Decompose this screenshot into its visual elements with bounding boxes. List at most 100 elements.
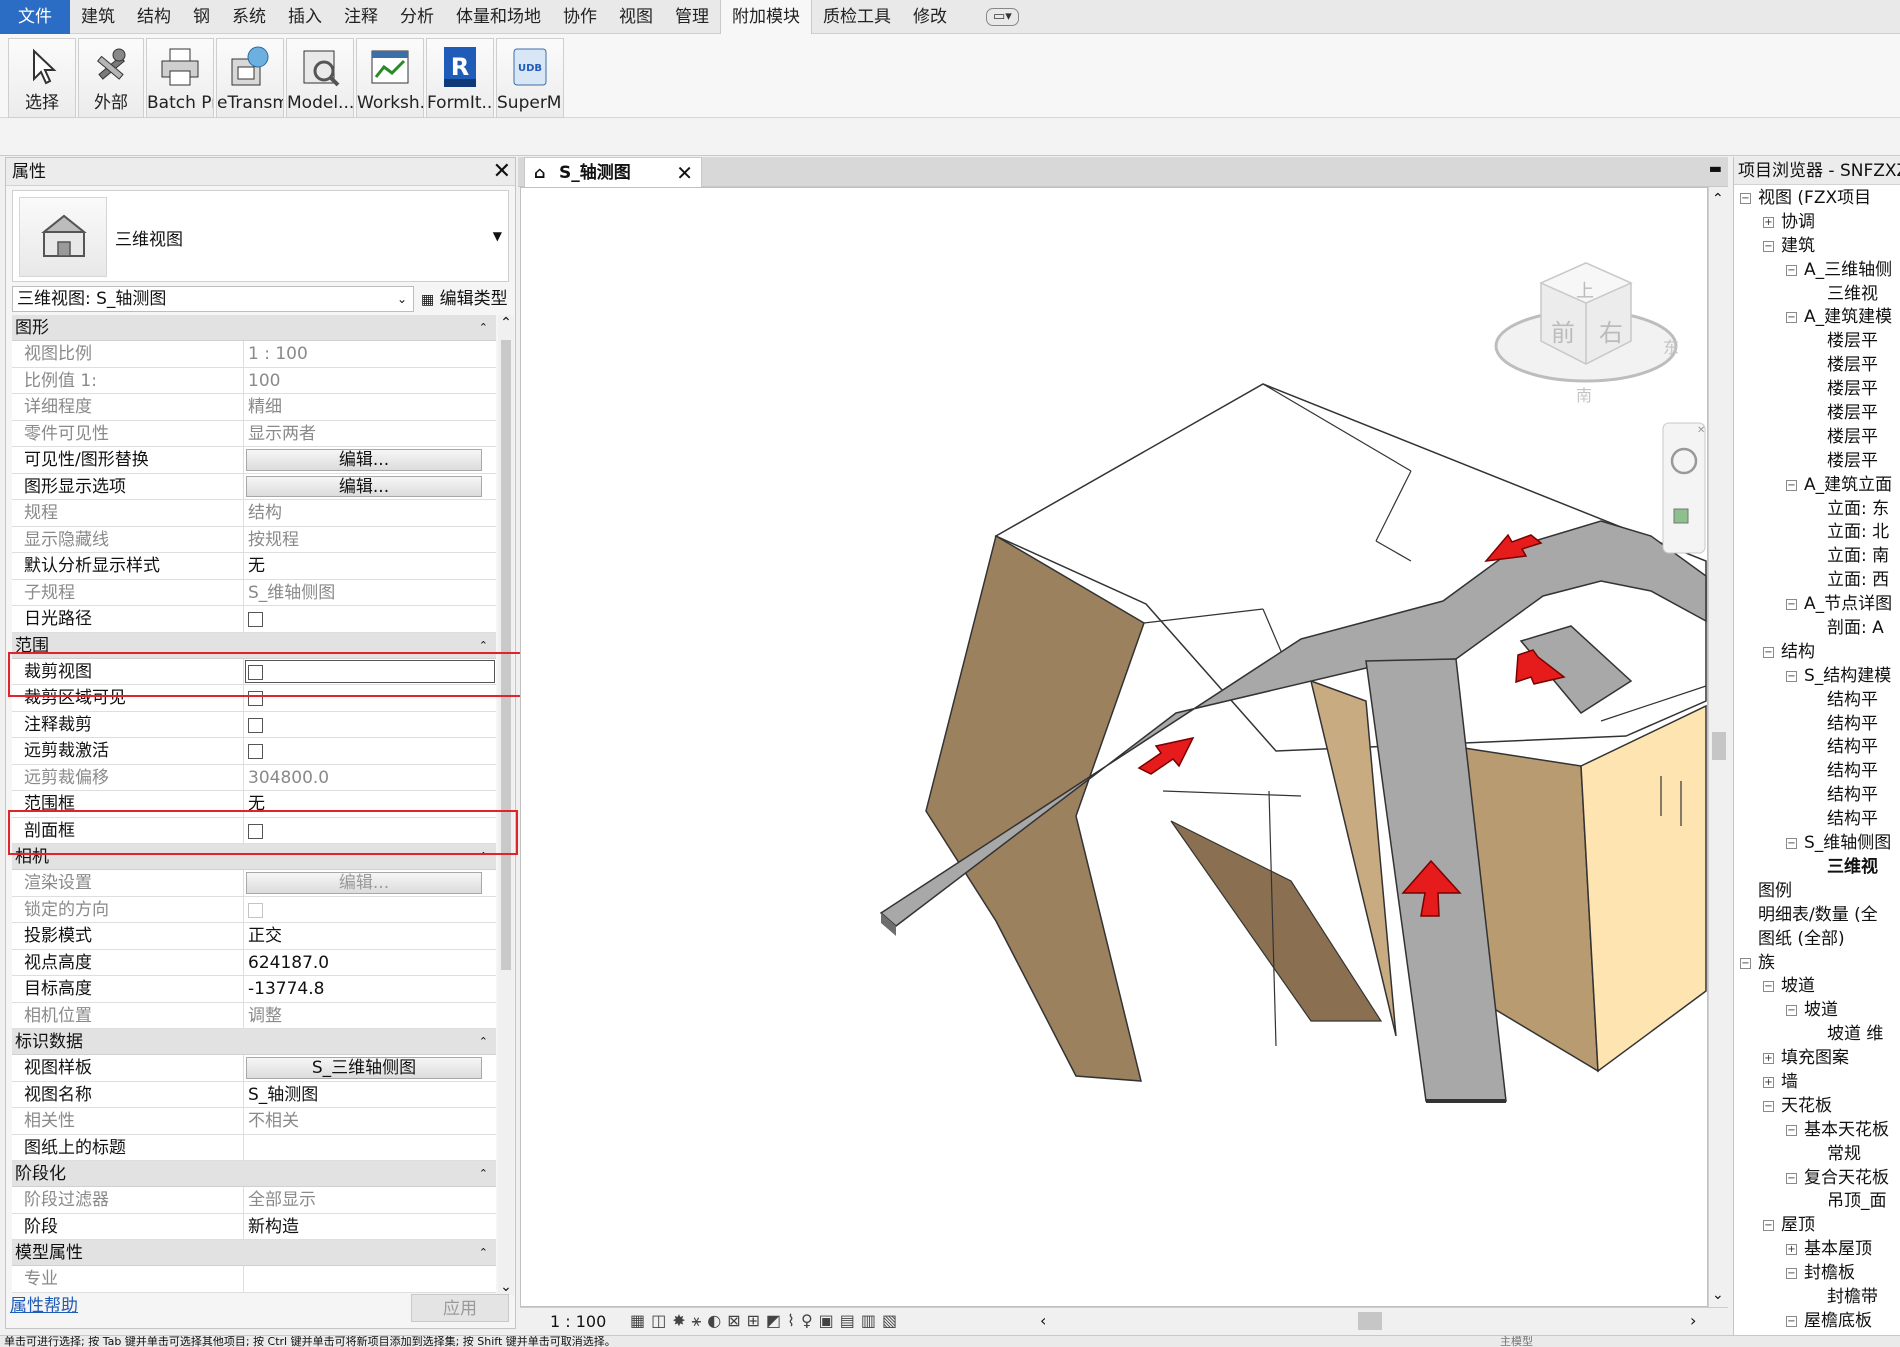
collapse-icon[interactable]: −	[1763, 981, 1774, 993]
ribbon-button-4[interactable]: Model...	[286, 38, 354, 118]
collapse-icon[interactable]: ⌃	[479, 315, 488, 341]
menu-item-2[interactable]: 结构	[126, 0, 182, 34]
menu-item-11[interactable]: 管理	[664, 0, 720, 34]
menu-item-10[interactable]: 视图	[608, 0, 664, 34]
browser-node[interactable]: 楼层平	[1734, 450, 1900, 474]
browser-node[interactable]: − 建筑	[1734, 235, 1900, 259]
view-controls-icons[interactable]: ▦◫✸⚹◐⊠⊞◩⌇♀▣▤▥▧	[630, 1311, 903, 1331]
browser-node[interactable]: 立面: 南	[1734, 545, 1900, 569]
property-value[interactable]: 新构造	[244, 1214, 496, 1240]
browser-node[interactable]: 楼层平	[1734, 330, 1900, 354]
viewcube-right[interactable]: 右	[1599, 319, 1623, 347]
browser-node[interactable]: 封檐带	[1734, 1286, 1900, 1310]
expand-icon[interactable]: +	[1763, 1053, 1774, 1065]
browser-node[interactable]: 立面: 北	[1734, 521, 1900, 545]
browser-node[interactable]: 立面: 西	[1734, 569, 1900, 593]
collapse-icon[interactable]: −	[1740, 957, 1751, 969]
properties-help-link[interactable]: 属性帮助	[10, 1291, 78, 1316]
ribbon-button-3[interactable]: eTransmit	[216, 38, 284, 118]
browser-node[interactable]: + 协调	[1734, 211, 1900, 235]
ribbon-button-7[interactable]: UDB SuperM...	[496, 38, 564, 118]
property-value[interactable]: 编辑...	[244, 447, 496, 473]
property-value[interactable]: 正交	[244, 923, 496, 949]
scale-label[interactable]: 1 : 100	[550, 1312, 606, 1331]
scroll-thumb[interactable]	[1712, 732, 1726, 760]
viewcube-top[interactable]: 上	[1576, 281, 1594, 302]
menu-icon[interactable]: ▬	[1709, 161, 1722, 177]
browser-node[interactable]: 图纸 (全部)	[1734, 928, 1900, 952]
scroll-left-icon[interactable]: ‹	[1040, 1311, 1046, 1330]
property-value[interactable]	[244, 685, 496, 711]
property-value[interactable]	[244, 659, 496, 685]
collapse-icon[interactable]: −	[1786, 838, 1797, 850]
browser-node[interactable]: − A_节点详图	[1734, 593, 1900, 617]
menu-item-4[interactable]: 系统	[221, 0, 277, 34]
browser-node[interactable]: − 结构	[1734, 641, 1900, 665]
edit-button[interactable]: 编辑...	[246, 475, 482, 497]
properties-scrollbar[interactable]: ⌃ ⌄	[498, 315, 514, 1295]
edit-button[interactable]: 编辑...	[246, 449, 482, 471]
instance-selector[interactable]: 三维视图: S_轴测图 ⌄	[12, 286, 414, 312]
menu-item-7[interactable]: 分析	[389, 0, 445, 34]
checkbox[interactable]	[248, 612, 263, 627]
browser-node[interactable]: 结构平	[1734, 760, 1900, 784]
browser-node[interactable]: − 视图 (FZX项目	[1734, 187, 1900, 211]
browser-node[interactable]: 坡道 维	[1734, 1023, 1900, 1047]
close-icon[interactable]: ✕	[676, 158, 693, 188]
scroll-up-icon[interactable]: ⌃	[1712, 191, 1724, 207]
property-value[interactable]	[244, 606, 496, 632]
ribbon-button-0[interactable]: 选择	[8, 38, 76, 118]
zoom-icon[interactable]	[1673, 508, 1689, 524]
view-scrollbar[interactable]: ⌃ ⌄	[1708, 187, 1728, 1307]
browser-node[interactable]: − S_结构建模	[1734, 665, 1900, 689]
collapse-icon[interactable]: −	[1786, 312, 1797, 324]
property-value[interactable]: S_轴测图	[244, 1082, 496, 1108]
expand-icon[interactable]: +	[1763, 1076, 1774, 1088]
property-value[interactable]	[244, 738, 496, 764]
collapse-icon[interactable]: −	[1786, 1172, 1797, 1184]
property-section[interactable]: 模型属性 ⌃	[12, 1240, 496, 1266]
ribbon-display-toggle-icon[interactable]: ▭▾	[986, 7, 1019, 26]
browser-node[interactable]: 结构平	[1734, 808, 1900, 832]
property-value[interactable]	[244, 712, 496, 738]
property-value[interactable]: 无	[244, 553, 496, 579]
checkbox[interactable]	[248, 691, 263, 706]
collapse-icon[interactable]: −	[1786, 1315, 1797, 1327]
browser-node[interactable]: 结构平	[1734, 689, 1900, 713]
property-value[interactable]	[244, 1135, 496, 1161]
collapse-icon[interactable]: −	[1786, 599, 1797, 611]
menu-item-9[interactable]: 协作	[552, 0, 608, 34]
horizontal-scroll-thumb[interactable]	[1358, 1312, 1382, 1330]
menu-item-3[interactable]: 钢	[182, 0, 221, 34]
ribbon-button-1[interactable]: 外部	[78, 38, 144, 118]
browser-node[interactable]: − 复合天花板	[1734, 1167, 1900, 1191]
menu-item-8[interactable]: 体量和场地	[445, 0, 552, 34]
property-value[interactable]: 624187.0	[244, 950, 496, 976]
browser-node[interactable]: − S_维轴侧图	[1734, 832, 1900, 856]
collapse-icon[interactable]: −	[1786, 479, 1797, 491]
property-section[interactable]: 标识数据 ⌃	[12, 1029, 496, 1055]
browser-node[interactable]: 三维视	[1734, 856, 1900, 880]
tab-s-axonometric[interactable]: ⌂ S_轴测图 ✕	[524, 157, 702, 187]
expand-icon[interactable]: +	[1786, 1244, 1797, 1256]
browser-node[interactable]: − 封檐板	[1734, 1262, 1900, 1286]
chevron-down-icon[interactable]: ⌄	[397, 287, 407, 311]
property-section[interactable]: 范围 ⌃	[12, 632, 496, 659]
browser-node[interactable]: − A_建筑建模	[1734, 306, 1900, 330]
property-section[interactable]: 阶段化 ⌃	[12, 1161, 496, 1187]
model-selector[interactable]: 主模型	[1500, 1336, 1533, 1347]
collapse-icon[interactable]: −	[1786, 1268, 1797, 1280]
browser-node[interactable]: 吊顶_面	[1734, 1190, 1900, 1214]
checkbox[interactable]	[248, 664, 263, 680]
browser-node[interactable]: − 基本天花板	[1734, 1119, 1900, 1143]
browser-node[interactable]: 楼层平	[1734, 378, 1900, 402]
ribbon-button-2[interactable]: Batch Pr...	[146, 38, 214, 118]
close-icon[interactable]: ✕	[1697, 425, 1705, 436]
menu-item-1[interactable]: 建筑	[70, 0, 126, 34]
scroll-down-icon[interactable]: ⌄	[498, 1279, 514, 1295]
collapse-icon[interactable]: −	[1763, 1100, 1774, 1112]
3d-viewport[interactable]: 上 前 右 南 东 ✕	[520, 187, 1708, 1307]
browser-node[interactable]: 结构平	[1734, 736, 1900, 760]
browser-node[interactable]: 结构平	[1734, 784, 1900, 808]
checkbox[interactable]	[248, 717, 263, 733]
